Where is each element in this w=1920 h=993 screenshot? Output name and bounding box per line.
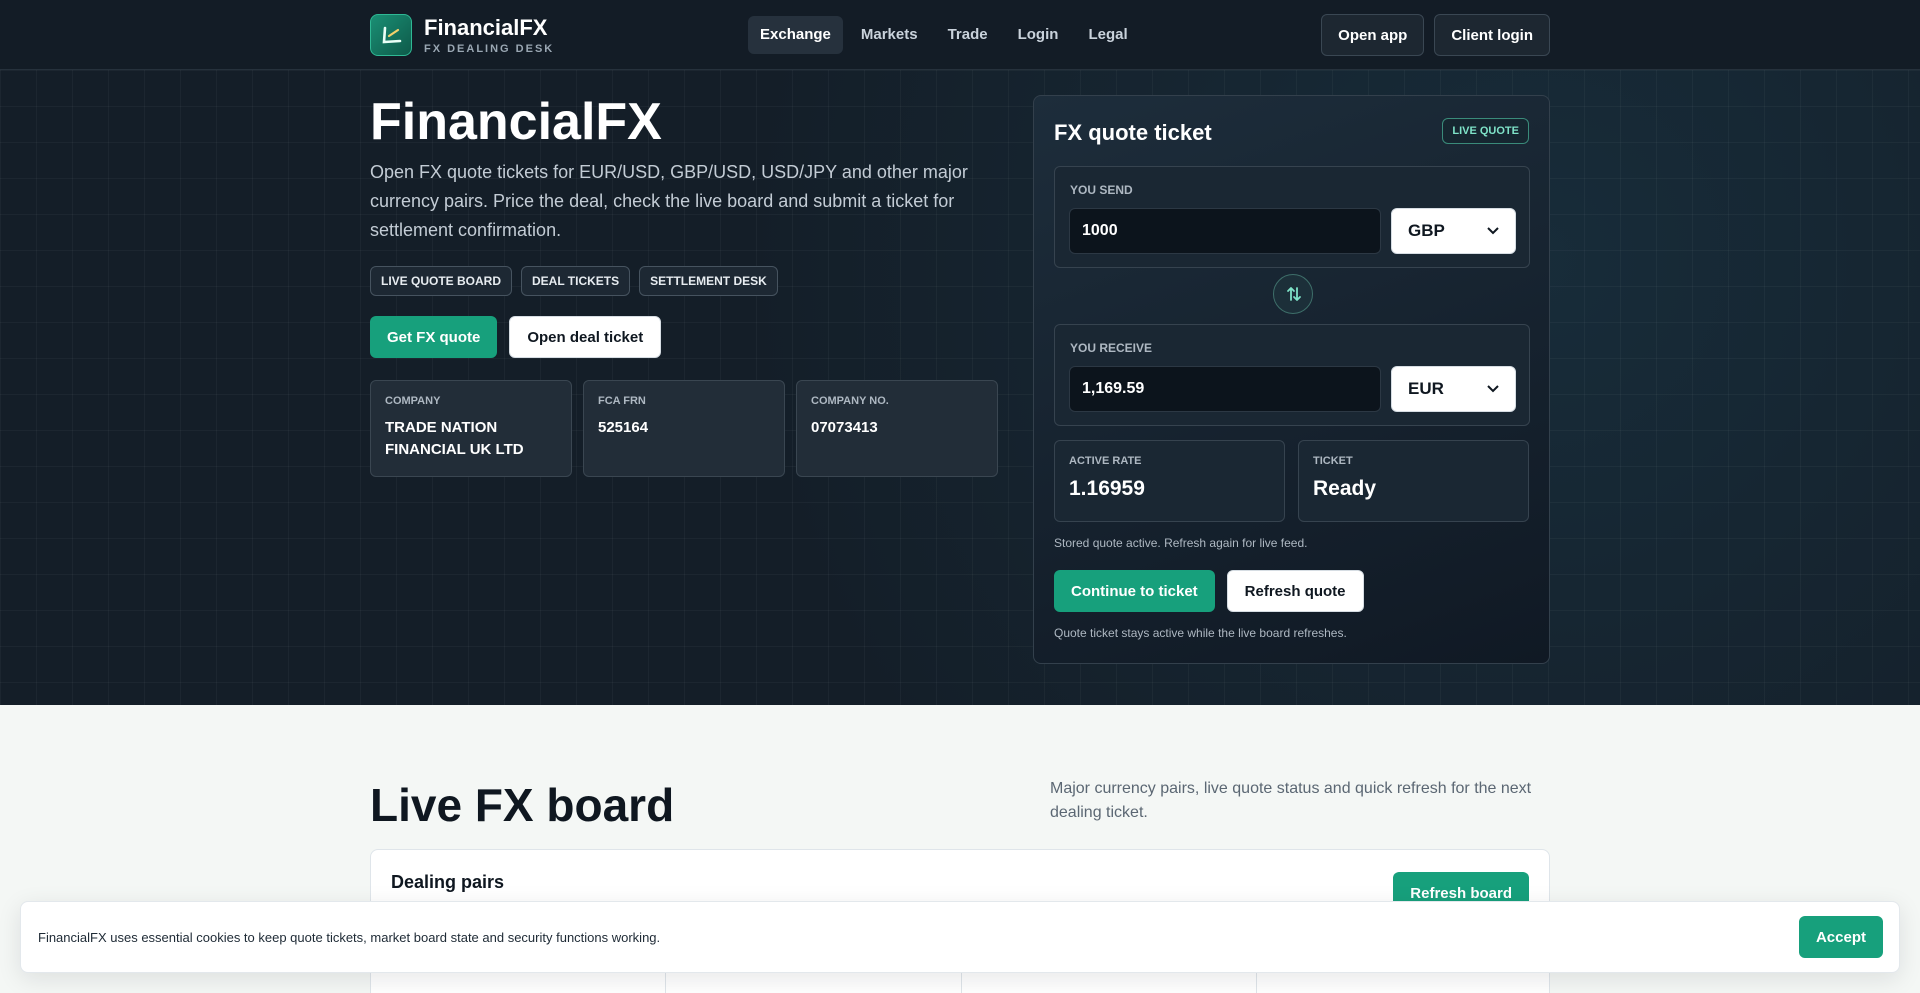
receive-label: YOU RECEIVE [1070, 341, 1153, 355]
quote-status-note: Stored quote active. Refresh again for l… [1054, 536, 1308, 550]
send-label: YOU SEND [1070, 183, 1133, 197]
cookie-text: FinancialFX uses essential cookies to ke… [38, 930, 661, 945]
hero-actions: Get FX quote Open deal ticket [370, 316, 662, 358]
chevron-down-icon [1487, 385, 1499, 393]
receive-currency-value: EUR [1408, 379, 1444, 398]
get-fx-quote-button[interactable]: Get FX quote [370, 316, 498, 358]
fact-company-number: COMPANY NO. 07073413 [796, 380, 998, 477]
hero-section: FinancialFX Open FX quote tickets for EU… [0, 70, 1920, 705]
chip-live-quote-board: LIVE QUOTE BOARD [370, 266, 513, 296]
ticket-status-label: TICKET [1313, 455, 1353, 467]
refresh-quote-button[interactable]: Refresh quote [1226, 570, 1364, 612]
swap-currencies-button[interactable] [1273, 274, 1313, 314]
company-facts: COMPANY TRADE NATION FINANCIAL UK LTD FC… [370, 380, 998, 477]
client-login-button[interactable]: Client login [1434, 14, 1550, 56]
fact-value: TRADE NATION FINANCIAL UK LTD [385, 419, 524, 458]
ticket-footnote: Quote ticket stays active while the live… [1054, 626, 1347, 640]
open-deal-ticket-button[interactable]: Open deal ticket [509, 316, 662, 358]
nav-legal[interactable]: Legal [1076, 16, 1139, 54]
nav-trade[interactable]: Trade [936, 16, 1000, 54]
send-currency-value: GBP [1408, 221, 1445, 240]
active-rate-label: ACTIVE RATE [1069, 455, 1142, 467]
accept-cookies-button[interactable]: Accept [1798, 916, 1883, 958]
fact-value: 07073413 [811, 419, 878, 436]
board-description: Major currency pairs, live quote status … [1050, 780, 1532, 821]
nav-markets[interactable]: Markets [849, 16, 930, 54]
send-panel: YOU SEND GBP [1054, 166, 1530, 268]
ticket-title: FX quote ticket [1054, 120, 1212, 145]
ticket-status-box: TICKET Ready [1298, 440, 1529, 522]
board-title: Live FX board [370, 779, 675, 831]
fact-company: COMPANY TRADE NATION FINANCIAL UK LTD [370, 380, 572, 477]
main-nav: Exchange Markets Trade Login Legal [748, 16, 1140, 54]
dealing-pairs-title: Dealing pairs [391, 872, 505, 892]
fact-value: 525164 [598, 419, 649, 436]
send-amount-input[interactable] [1069, 208, 1381, 254]
receive-panel: YOU RECEIVE EUR [1054, 324, 1530, 426]
fact-fca-frn: FCA FRN 525164 [583, 380, 785, 477]
logo-icon [370, 14, 412, 56]
nav-login[interactable]: Login [1006, 16, 1071, 54]
fact-label: COMPANY NO. [811, 395, 889, 407]
fact-label: COMPANY [385, 395, 441, 407]
top-navigation-bar: FinancialFX FX DEALING DESK Exchange Mar… [0, 0, 1920, 70]
fact-label: FCA FRN [598, 395, 646, 407]
cookie-banner: FinancialFX uses essential cookies to ke… [20, 901, 1900, 973]
nav-exchange[interactable]: Exchange [748, 16, 843, 54]
chip-deal-tickets: DEAL TICKETS [521, 266, 631, 296]
ticket-status-value: Ready [1313, 477, 1377, 500]
ticket-actions: Continue to ticket Refresh quote [1054, 570, 1364, 612]
brand-tagline: FX DEALING DESK [424, 42, 555, 55]
live-quote-badge: LIVE QUOTE [1442, 118, 1529, 144]
swap-arrows-icon [1287, 287, 1301, 301]
brand[interactable]: FinancialFX FX DEALING DESK [370, 14, 554, 56]
header-actions: Open app Client login [1321, 14, 1550, 56]
brand-name: FinancialFX [424, 14, 548, 40]
hero-title: FinancialFX [370, 93, 662, 151]
open-app-button[interactable]: Open app [1321, 14, 1425, 56]
fx-quote-ticket: FX quote ticket LIVE QUOTE YOU SEND GBP … [1033, 95, 1550, 664]
hero-description: Open FX quote tickets for EUR/USD, GBP/U… [370, 162, 968, 240]
active-rate-box: ACTIVE RATE 1.16959 [1054, 440, 1285, 522]
send-currency-select[interactable]: GBP [1391, 208, 1516, 254]
receive-currency-select[interactable]: EUR [1391, 366, 1516, 412]
active-rate-value: 1.16959 [1069, 477, 1145, 500]
feature-chips: LIVE QUOTE BOARD DEAL TICKETS SETTLEMENT… [370, 266, 778, 296]
receive-amount-field[interactable] [1069, 366, 1381, 412]
continue-to-ticket-button[interactable]: Continue to ticket [1054, 570, 1215, 612]
chip-settlement-desk: SETTLEMENT DESK [639, 266, 778, 296]
chevron-down-icon [1487, 227, 1499, 235]
